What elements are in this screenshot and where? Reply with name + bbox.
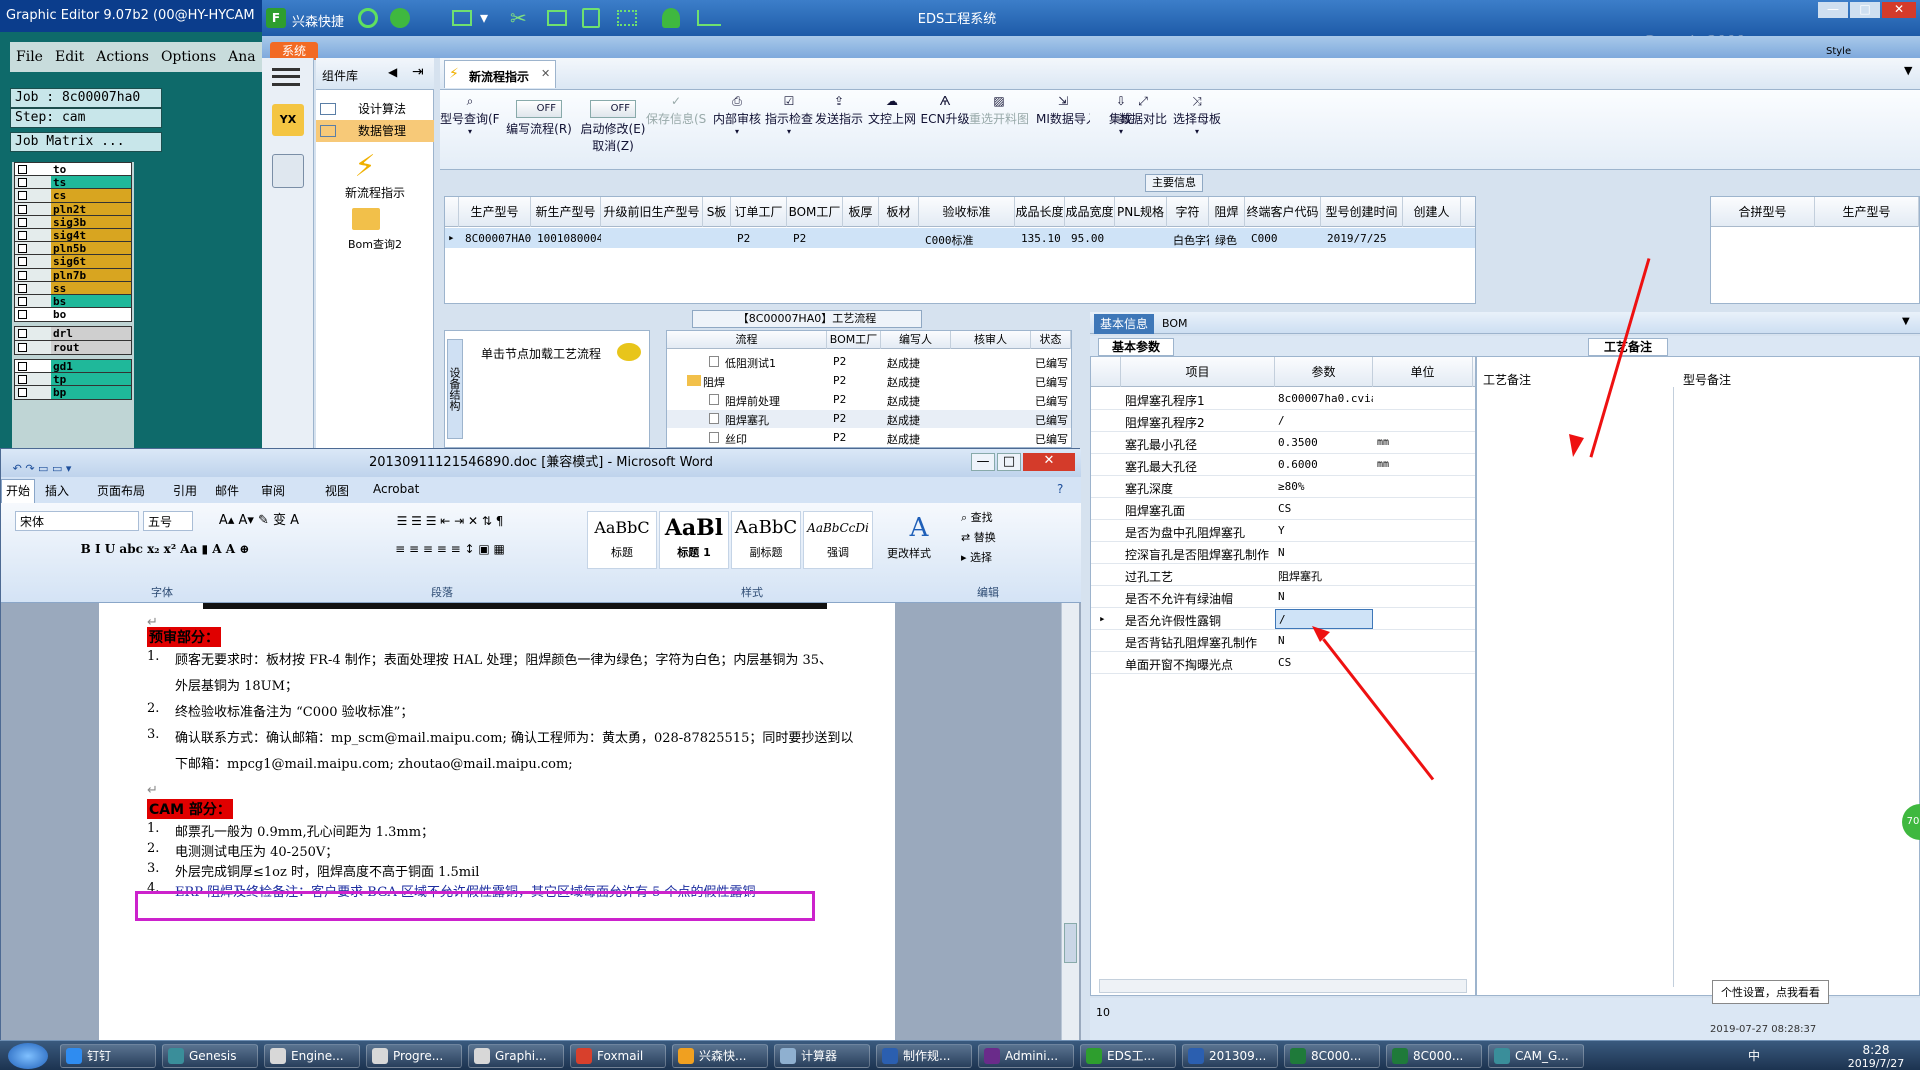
windows-taskbar: 钉钉 Genesis Engine... Progre... Graphi... Foxm… <box>0 1040 1920 1070</box>
app-icon <box>1188 1048 1204 1064</box>
app-icon <box>678 1048 694 1064</box>
taskbar-item[interactable]: 计算器 <box>774 1044 870 1068</box>
start-button[interactable] <box>8 1043 48 1069</box>
app-icon <box>372 1048 388 1064</box>
app-icon <box>576 1048 592 1064</box>
taskbar-label: 201309... <box>1209 1049 1267 1063</box>
taskbar-items: 钉钉 Genesis Engine... Progre... Graphi... Foxm… <box>60 1041 1620 1070</box>
taskbar-label: 制作规... <box>903 1049 951 1063</box>
clock-time[interactable]: 8:28 <box>1836 1043 1916 1057</box>
taskbar-label: 8C000... <box>1311 1049 1362 1063</box>
taskbar-label: Genesis <box>189 1049 237 1063</box>
taskbar-item[interactable]: Genesis <box>162 1044 258 1068</box>
annotation-arrowheads <box>1312 434 1584 642</box>
app-icon <box>1290 1048 1306 1064</box>
taskbar-item[interactable]: 制作规... <box>876 1044 972 1068</box>
taskbar-item[interactable]: Foxmail <box>570 1044 666 1068</box>
taskbar-item[interactable]: EDS工... <box>1080 1044 1176 1068</box>
app-icon <box>168 1048 184 1064</box>
app-icon <box>66 1048 82 1064</box>
taskbar-label: 8C000... <box>1413 1049 1464 1063</box>
taskbar-label: CAM_G... <box>1515 1049 1569 1063</box>
app-icon <box>1494 1048 1510 1064</box>
app-icon <box>984 1048 1000 1064</box>
app-icon <box>882 1048 898 1064</box>
taskbar-item[interactable]: 兴森快... <box>672 1044 768 1068</box>
clock-date[interactable]: 2019/7/27 <box>1836 1057 1916 1070</box>
taskbar-label: 兴森快... <box>699 1049 747 1063</box>
taskbar-label: 钉钉 <box>87 1049 112 1063</box>
taskbar-item[interactable]: 钉钉 <box>60 1044 156 1068</box>
taskbar-label: Engine... <box>291 1049 344 1063</box>
taskbar-label: EDS工... <box>1107 1049 1155 1063</box>
taskbar-item[interactable]: CAM_G... <box>1488 1044 1584 1068</box>
taskbar-label: Graphi... <box>495 1049 547 1063</box>
app-icon <box>780 1048 796 1064</box>
taskbar-label: 计算器 <box>801 1049 838 1063</box>
app-icon <box>474 1048 490 1064</box>
taskbar-item[interactable]: Engine... <box>264 1044 360 1068</box>
taskbar-item[interactable]: Graphi... <box>468 1044 564 1068</box>
taskbar-item[interactable]: 8C000... <box>1284 1044 1380 1068</box>
taskbar-item[interactable]: Progre... <box>366 1044 462 1068</box>
taskbar-item[interactable]: Admini... <box>978 1044 1074 1068</box>
app-icon <box>1086 1048 1102 1064</box>
taskbar-label: Admini... <box>1005 1049 1059 1063</box>
app-icon <box>270 1048 286 1064</box>
ime-indicator[interactable]: 中 <box>1748 1047 1760 1064</box>
taskbar-label: Foxmail <box>597 1049 644 1063</box>
taskbar-item[interactable]: 201309... <box>1182 1044 1278 1068</box>
taskbar-label: Progre... <box>393 1049 444 1063</box>
taskbar-item[interactable]: 8C000... <box>1386 1044 1482 1068</box>
app-icon <box>1392 1048 1408 1064</box>
